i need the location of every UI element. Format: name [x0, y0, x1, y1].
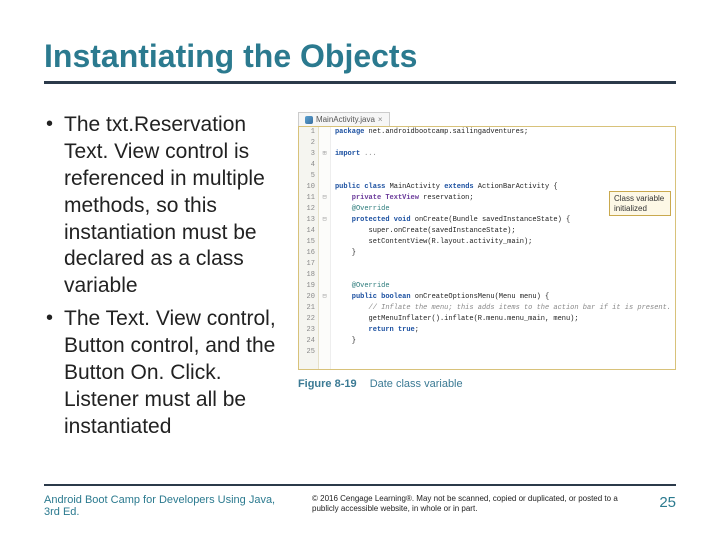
close-icon: ×	[378, 115, 383, 124]
figure-text: Date class variable	[370, 378, 463, 390]
code-screenshot: MainActivity.java × 12345101112131415161…	[298, 112, 676, 447]
callout-box: Class variable initialized	[609, 191, 671, 216]
page-number: 25	[648, 494, 676, 511]
tab-label: MainActivity.java	[316, 115, 375, 124]
code-editor: 1234510111213141516171819202122232425 ⊞⊟…	[298, 126, 676, 370]
line-gutter: 1234510111213141516171819202122232425	[299, 127, 319, 369]
book-title: Android Boot Camp for Developers Using J…	[44, 494, 294, 518]
copyright-text: © 2016 Cengage Learning®. May not be sca…	[312, 494, 630, 514]
java-file-icon	[305, 116, 313, 124]
fold-marks: ⊞⊟⊟⊟	[319, 127, 331, 369]
bullet-item: The txt.Reservation Text. View control i…	[44, 112, 286, 300]
bullet-item: The Text. View control, Button control, …	[44, 306, 286, 440]
figure-number: Figure 8-19	[298, 378, 357, 390]
bullet-list: The txt.Reservation Text. View control i…	[44, 112, 286, 447]
figure-caption: Figure 8-19 Date class variable	[298, 378, 676, 390]
code-body: package net.androidbootcamp.sailingadven…	[331, 127, 675, 369]
title-rule	[44, 81, 676, 84]
footer-rule	[44, 484, 676, 486]
editor-tab: MainActivity.java ×	[298, 112, 390, 126]
slide-title: Instantiating the Objects	[44, 38, 676, 75]
